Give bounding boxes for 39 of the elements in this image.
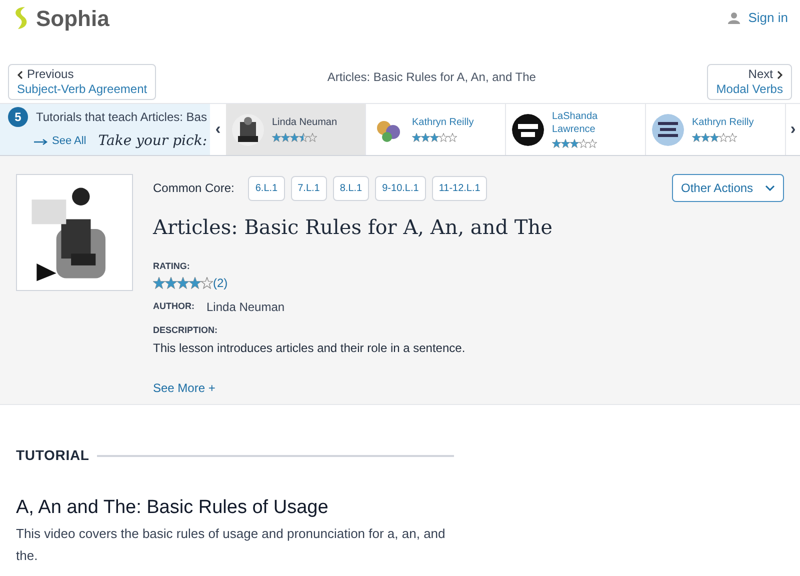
author-name: Kathryn Reilly <box>412 117 474 130</box>
author-name: LaShanda Lawrence <box>552 111 599 136</box>
standard-tag[interactable]: 11-12.L.1 <box>432 176 488 200</box>
previous-button[interactable]: Previous Subject-Verb Agreement <box>8 64 156 100</box>
next-button[interactable]: Next Modal Verbs <box>707 64 792 100</box>
arrow-right-icon <box>34 138 48 144</box>
chevron-left-icon <box>17 70 23 79</box>
tagline: Take your pick: <box>98 132 208 151</box>
description-label: DESCRIPTION: <box>153 324 219 336</box>
tutorial-title: A, An and The: Basic Rules of Usage <box>16 496 330 520</box>
lesson-description: This lesson introduces articles and their role in a sentence. <box>153 340 466 357</box>
see-more-link[interactable]: See More + <box>153 379 784 397</box>
see-all-link[interactable]: See All <box>34 133 86 150</box>
standard-tag[interactable]: 9-10.L.1 <box>375 176 426 200</box>
chevron-down-icon <box>765 185 775 191</box>
count-badge: 5 <box>8 107 28 127</box>
author-name: Kathryn Reilly <box>692 117 754 130</box>
sign-in-link[interactable]: Sign in <box>728 8 788 28</box>
section-heading: TUTORIAL <box>16 446 90 465</box>
banner-text: Tutorials that teach Articles: Bas <box>36 109 207 126</box>
logo-text: Sophia <box>36 4 110 33</box>
scroll-left-button[interactable]: ‹ <box>210 104 226 155</box>
author-name: Linda Neuman <box>206 298 285 316</box>
standard-tag[interactable]: 8.L.1 <box>332 176 370 200</box>
other-actions-button[interactable]: Other Actions <box>672 174 784 202</box>
rating-count: (2) <box>213 274 228 292</box>
standard-tag[interactable]: 7.L.1 <box>290 176 327 200</box>
chevron-right-icon <box>776 70 783 79</box>
author-label: AUTHOR: <box>153 300 194 313</box>
user-icon <box>728 12 740 24</box>
standard-tag[interactable]: 6.L.1 <box>248 176 285 200</box>
tutorial-card[interactable]: Linda Neuman <box>226 104 366 155</box>
author-name: Linda Neuman <box>272 117 338 130</box>
rating-label: RATING: <box>153 260 191 273</box>
scroll-right-button[interactable]: › <box>786 104 800 155</box>
current-lesson-title: Articles: Basic Rules for A, An, and The <box>327 69 536 86</box>
common-core-label: Common Core: <box>153 180 234 197</box>
lesson-title: Articles: Basic Rules for A, An, and The <box>153 214 554 241</box>
tutorial-description: This video covers the basic rules of usage and pronunciation for a, an, and the. <box>16 524 446 564</box>
